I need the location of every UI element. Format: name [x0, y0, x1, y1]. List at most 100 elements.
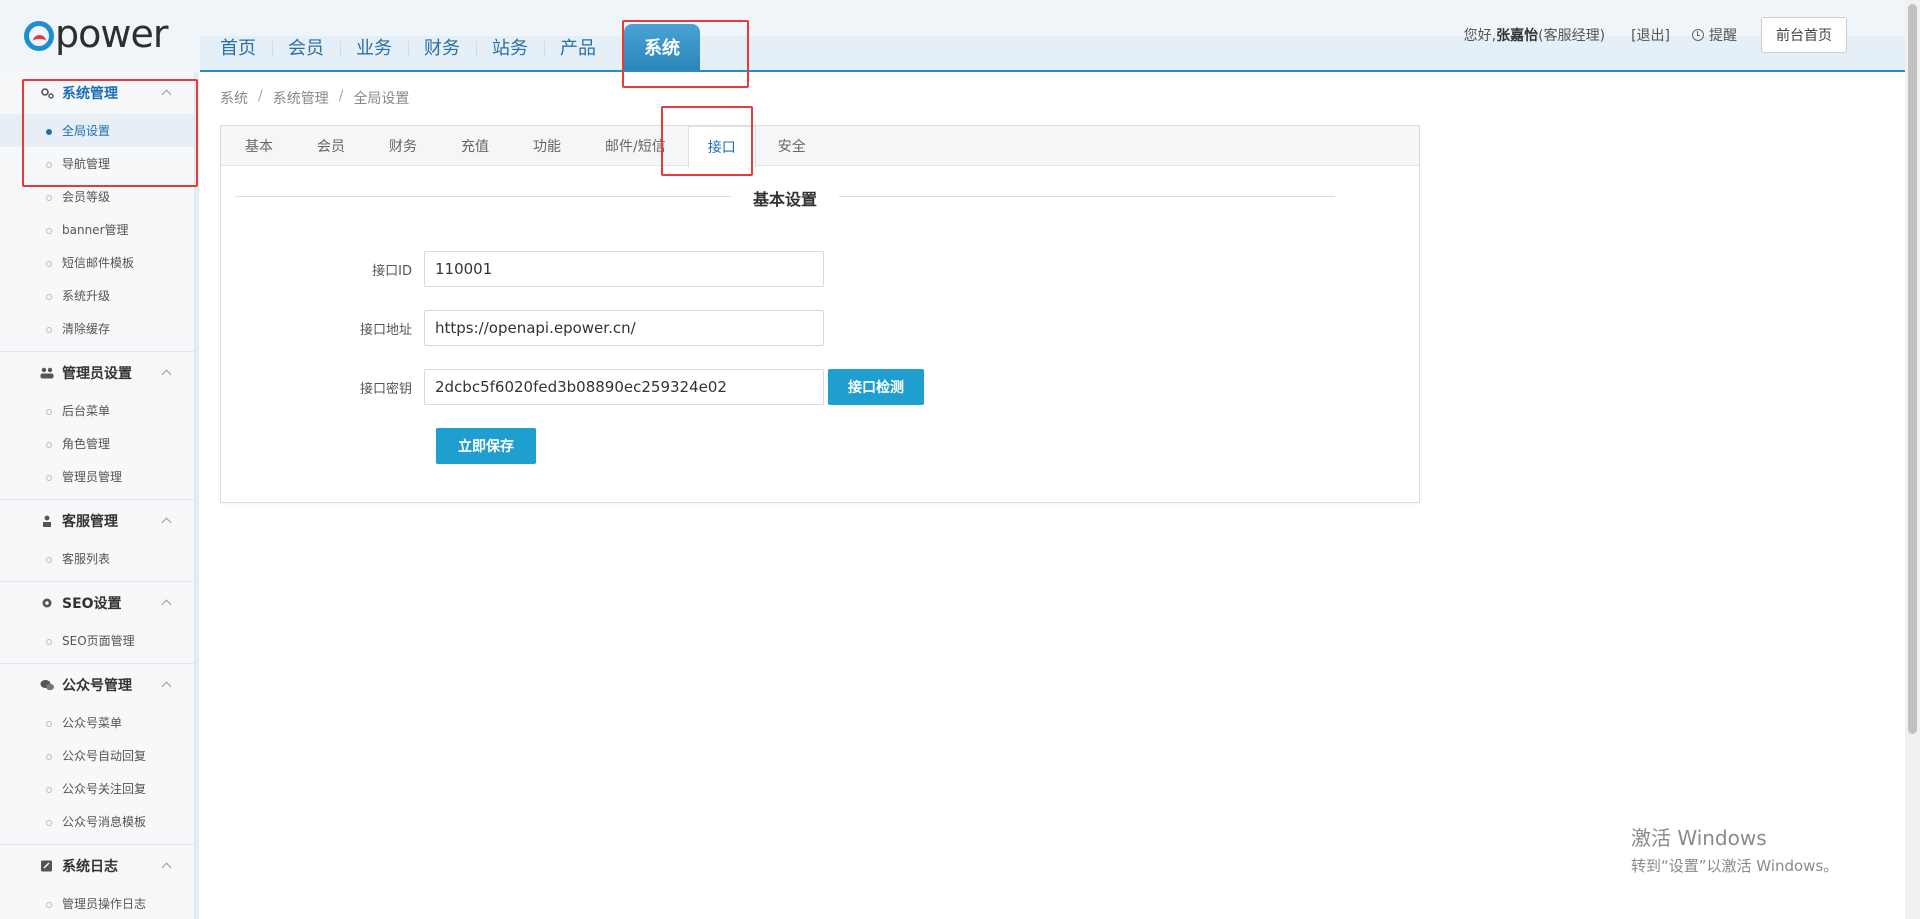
- sidebar-item-wx-autoreply[interactable]: 公众号自动回复: [0, 739, 194, 772]
- breadcrumb-item[interactable]: 系统: [220, 88, 248, 108]
- nav-product[interactable]: 产品: [544, 24, 612, 70]
- breadcrumb-separator: /: [338, 88, 344, 104]
- tab-api[interactable]: 接口: [687, 126, 756, 167]
- watermark-line2: 转到“设置”以激活 Windows。: [1631, 857, 1839, 875]
- tab-security[interactable]: 安全: [756, 126, 828, 166]
- breadcrumb: 系统 / 系统管理 / 全局设置: [220, 88, 409, 108]
- sidebar-item-member-level[interactable]: 会员等级: [0, 180, 194, 213]
- users-icon: [40, 367, 54, 379]
- tab-recharge[interactable]: 充值: [439, 126, 511, 166]
- sidebar-item-service-list[interactable]: 客服列表: [0, 542, 194, 575]
- section-title: 基本设置: [235, 186, 1335, 209]
- chevron-up-icon[interactable]: [161, 681, 172, 692]
- wechat-icon: [40, 680, 54, 691]
- sidebar-item-clear-cache[interactable]: 清除缓存: [0, 312, 194, 345]
- nav-system[interactable]: 系统: [624, 24, 700, 70]
- logout-link[interactable]: [退出]: [1631, 25, 1670, 45]
- sidebar-item-wx-follow[interactable]: 公众号关注回复: [0, 772, 194, 805]
- group-title-admin[interactable]: 管理员设置: [0, 352, 194, 394]
- user-role: (客服经理): [1538, 28, 1606, 44]
- group-label: 公众号管理: [62, 678, 132, 694]
- row-api-url: 接口地址: [221, 310, 824, 346]
- tab-basic[interactable]: 基本: [223, 126, 295, 166]
- sidebar-item-global-settings[interactable]: 全局设置: [0, 114, 194, 147]
- row-save: 立即保存: [436, 428, 536, 464]
- windows-activation-watermark: 激活 Windows 转到“设置”以激活 Windows。: [1631, 822, 1838, 876]
- logo-text: power: [55, 12, 168, 56]
- group-title-logs[interactable]: 系统日志: [0, 845, 194, 887]
- page-scrollbar[interactable]: [1905, 0, 1920, 919]
- tab-function[interactable]: 功能: [511, 126, 583, 166]
- group-title-wechat[interactable]: 公众号管理: [0, 664, 194, 706]
- row-api-id: 接口ID: [221, 251, 824, 287]
- group-admin: 管理员设置 后台菜单 角色管理 管理员管理: [0, 352, 194, 500]
- headset-icon: [43, 515, 51, 527]
- chevron-up-icon[interactable]: [161, 89, 172, 100]
- greeting: 您好,: [1463, 28, 1497, 44]
- sidebar-item-seo-pages[interactable]: SEO页面管理: [0, 624, 194, 657]
- logo-e-icon: [24, 21, 54, 51]
- settings-panel: 基本 会员 财务 充值 功能 邮件/短信 接口 安全 基本设置 接口ID 接口地…: [220, 125, 1420, 503]
- sidebar-item-roles[interactable]: 角色管理: [0, 427, 194, 460]
- sidebar-edge: [195, 72, 199, 919]
- alarm-clock-icon: [1692, 29, 1704, 41]
- nav-home[interactable]: 首页: [204, 24, 272, 70]
- group-title-seo[interactable]: SEO设置: [0, 582, 194, 624]
- api-check-button[interactable]: 接口检测: [828, 369, 924, 405]
- gear-icon: [42, 598, 52, 608]
- watermark-line1: 激活 Windows: [1631, 826, 1767, 850]
- breadcrumb-item[interactable]: 系统管理: [273, 88, 329, 108]
- group-wechat: 公众号管理 公众号菜单 公众号自动回复 公众号关注回复 公众号消息模板: [0, 664, 194, 845]
- group-label: 系统管理: [62, 86, 118, 102]
- scrollbar-thumb[interactable]: [1908, 4, 1917, 734]
- divider: [839, 196, 1335, 197]
- api-url-input[interactable]: [424, 310, 824, 346]
- tab-mail-sms[interactable]: 邮件/短信: [583, 126, 688, 166]
- nav-site[interactable]: 站务: [476, 24, 544, 70]
- chevron-up-icon[interactable]: [161, 517, 172, 528]
- group-title-system[interactable]: 系统管理: [0, 72, 194, 114]
- nav-member[interactable]: 会员: [272, 24, 340, 70]
- log-icon: [41, 860, 52, 872]
- group-label: 系统日志: [62, 859, 118, 875]
- sidebar-item-upgrade[interactable]: 系统升级: [0, 279, 194, 312]
- breadcrumb-item: 全局设置: [353, 91, 410, 107]
- api-key-input[interactable]: [424, 369, 824, 405]
- remind-link[interactable]: 提醒: [1692, 25, 1737, 45]
- save-button[interactable]: 立即保存: [436, 428, 536, 464]
- top-nav: 首页 会员 业务 财务 站务 产品 系统: [204, 24, 700, 72]
- group-label: 管理员设置: [62, 366, 132, 382]
- section-title-text: 基本设置: [752, 190, 817, 209]
- nav-finance[interactable]: 财务: [408, 24, 476, 70]
- group-seo: SEO设置 SEO页面管理: [0, 582, 194, 664]
- sidebar-item-admins[interactable]: 管理员管理: [0, 460, 194, 493]
- remind-label: 提醒: [1709, 28, 1737, 44]
- group-service: 客服管理 客服列表: [0, 500, 194, 582]
- settings-tabs: 基本 会员 财务 充值 功能 邮件/短信 接口 安全: [221, 126, 1419, 167]
- sidebar-item-banner[interactable]: banner管理: [0, 213, 194, 246]
- tab-finance[interactable]: 财务: [367, 126, 439, 166]
- sidebar-item-admin-logs[interactable]: 管理员操作日志: [0, 887, 194, 919]
- chevron-up-icon[interactable]: [161, 862, 172, 873]
- front-home-button[interactable]: 前台首页: [1761, 17, 1847, 53]
- group-label: 客服管理: [62, 514, 118, 530]
- nav-business[interactable]: 业务: [340, 24, 408, 70]
- tab-member[interactable]: 会员: [295, 126, 367, 166]
- gears-icon: [41, 88, 54, 99]
- sidebar-item-wx-template[interactable]: 公众号消息模板: [0, 805, 194, 838]
- api-id-input[interactable]: [424, 251, 824, 287]
- user-area: 您好, 张嘉怡 (客服经理) [退出] 提醒 前台首页: [1464, 17, 1847, 53]
- logo[interactable]: power: [24, 12, 168, 56]
- group-logs: 系统日志 管理员操作日志: [0, 845, 194, 919]
- chevron-up-icon[interactable]: [161, 369, 172, 380]
- api-url-label: 接口地址: [359, 322, 412, 338]
- sidebar-item-nav-manage[interactable]: 导航管理: [0, 147, 194, 180]
- sidebar-item-wx-menu[interactable]: 公众号菜单: [0, 706, 194, 739]
- sidebar-item-admin-menu[interactable]: 后台菜单: [0, 394, 194, 427]
- sidebar: 系统管理 全局设置 导航管理 会员等级 banner管理 短信邮件模板 系统升级…: [0, 72, 195, 919]
- group-title-service[interactable]: 客服管理: [0, 500, 194, 542]
- chevron-up-icon[interactable]: [161, 599, 172, 610]
- sidebar-item-sms-template[interactable]: 短信邮件模板: [0, 246, 194, 279]
- group-label: SEO设置: [62, 596, 122, 612]
- top-header: power 首页 会员 业务 财务 站务 产品 系统 您好, 张嘉怡 (客服经理…: [0, 0, 1905, 72]
